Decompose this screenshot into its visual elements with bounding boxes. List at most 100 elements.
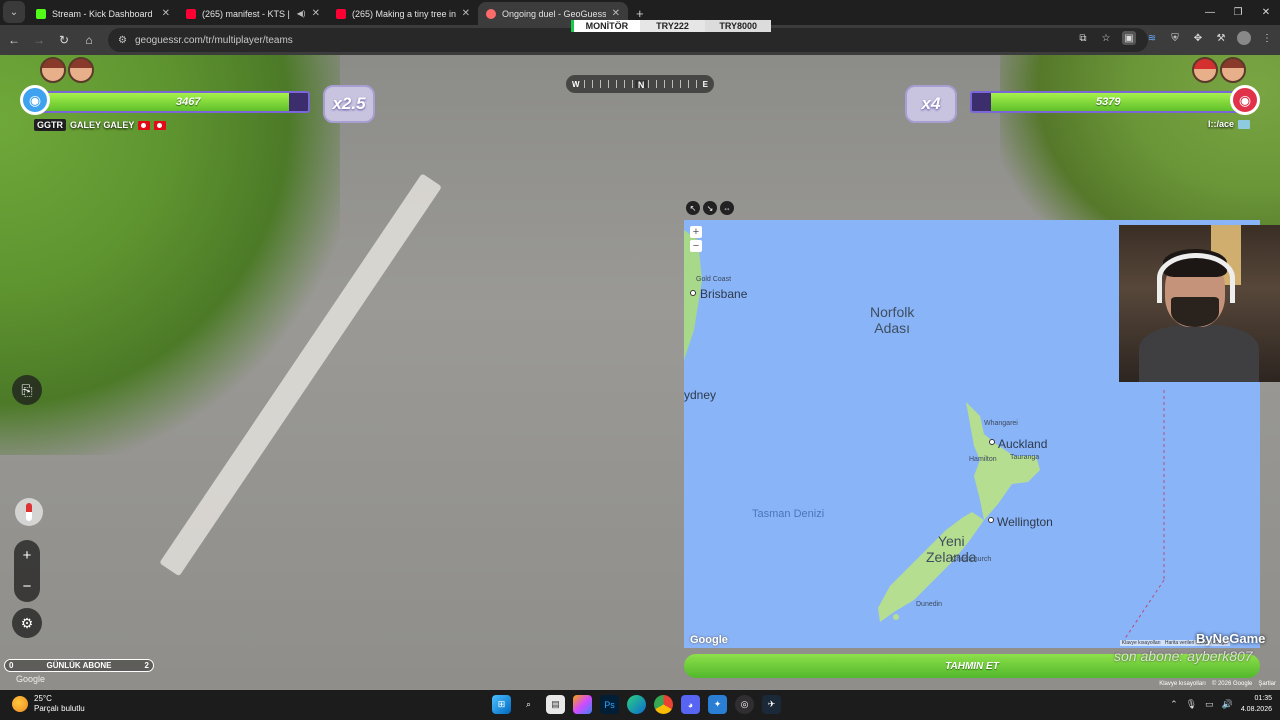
steam-icon[interactable]: ✈ xyxy=(762,695,781,714)
monitor-overlay: MONİTÖR TRY222 TRY8000 xyxy=(571,20,772,32)
weather-text: Parçalı bulutlu xyxy=(34,704,85,713)
map-zoom-out[interactable]: − xyxy=(690,240,702,252)
extensions-puzzle-icon[interactable]: ✥ xyxy=(1191,31,1205,45)
shrink-map-icon[interactable]: ↘ xyxy=(703,201,717,215)
team-players: GGTR GALEY GALEY xyxy=(34,119,167,131)
site-info-icon[interactable]: ⚙ xyxy=(118,35,127,46)
new-tab-button[interactable]: + xyxy=(636,6,644,21)
expand-map-icon[interactable]: ↖ xyxy=(686,201,700,215)
network-icon[interactable]: ▭ xyxy=(1205,699,1214,710)
turkey-flag-icon xyxy=(138,120,151,130)
google-attribution: Klavye kısayolları © 2026 Google Şartlar xyxy=(1159,681,1276,687)
taskbar-apps: ⊞ ⌕ ▤ Ps ◕ ✦ ◎ ✈ xyxy=(492,695,781,714)
clock[interactable]: 01:35 4.08.2026 xyxy=(1241,693,1272,715)
close-icon[interactable]: ✕ xyxy=(312,8,320,19)
google-logo: Google xyxy=(16,674,46,684)
clock-time: 01:35 xyxy=(1254,695,1272,702)
last-subscriber: son abone: ayberk807 xyxy=(1114,648,1253,664)
clan-tag: GGTR xyxy=(34,119,66,131)
google-logo: Google xyxy=(690,634,728,646)
tab-youtube-tree[interactable]: (265) Making a tiny tree in a th ✕ xyxy=(328,2,478,25)
report-location-button[interactable]: ⎘ xyxy=(12,375,42,405)
city-dot xyxy=(988,517,994,523)
island-label: Norfolk Adası xyxy=(870,304,915,336)
forward-icon[interactable]: → xyxy=(28,33,50,47)
pin-map-icon[interactable]: ⇔ xyxy=(720,201,734,215)
map-zoom-in[interactable]: + xyxy=(690,226,702,238)
volume-icon[interactable]: 🔊 xyxy=(1222,699,1233,710)
city-label: Christchurch xyxy=(952,556,992,563)
tab-title: (265) Making a tiny tree in a th xyxy=(352,8,456,19)
player-name: I::/ace xyxy=(1207,119,1234,129)
zoom-controls: + − xyxy=(14,540,40,602)
avatar xyxy=(68,57,94,83)
team-score: 5379 xyxy=(1096,96,1121,108)
streetview-panorama[interactable]: 3467 ◉ GGTR GALEY GALEY x2.5 W N E x4 53… xyxy=(0,55,1280,690)
photoshop-icon[interactable]: Ps xyxy=(600,695,619,714)
menu-kebab-icon[interactable]: ⋮ xyxy=(1260,31,1274,45)
map-zoom-controls: + − xyxy=(690,226,702,252)
needle-icon xyxy=(26,503,32,521)
bookmark-star-icon[interactable]: ☆ xyxy=(1099,31,1113,45)
file-explorer-icon[interactable]: ▤ xyxy=(546,695,565,714)
zoom-out-button[interactable]: − xyxy=(23,578,32,595)
close-icon[interactable]: ✕ xyxy=(462,8,470,19)
extension-icons: ⧉ ☆ ▣ ≋ ⛨ ✥ ⚒ ⋮ xyxy=(1076,31,1274,45)
search-icon[interactable]: ⌕ xyxy=(519,695,538,714)
goal-label: GÜNLÜK ABONE xyxy=(46,661,112,670)
maximize-icon[interactable]: ❐ xyxy=(1224,0,1252,25)
clock-date: 4.08.2026 xyxy=(1240,706,1272,713)
cast-icon[interactable]: ⧉ xyxy=(1076,31,1090,45)
extension-tools-icon[interactable]: ⚒ xyxy=(1214,31,1228,45)
edge-icon[interactable] xyxy=(627,695,646,714)
city-dot xyxy=(690,290,696,296)
tab-search-button[interactable]: ⌄ xyxy=(3,1,25,23)
chrome-icon[interactable] xyxy=(654,695,673,714)
webcam-overlay xyxy=(1119,225,1280,382)
tab-youtube-manifest[interactable]: (265) manifest - KTS | Offici ◀) ✕ xyxy=(178,2,328,25)
tab-kick-dashboard[interactable]: Stream - Kick Dashboard ✕ xyxy=(28,2,178,25)
close-icon[interactable]: ✕ xyxy=(612,8,620,19)
compass-north: N xyxy=(634,80,648,90)
window-controls: — ❐ ✕ xyxy=(1196,0,1280,25)
map-pin-icon: ◉ xyxy=(1230,85,1260,115)
discord-icon[interactable]: ◕ xyxy=(681,695,700,714)
goal-current: 0 xyxy=(9,661,14,670)
windows-start-icon[interactable]: ⊞ xyxy=(492,695,511,714)
copilot-icon[interactable] xyxy=(573,695,592,714)
terms-link[interactable]: Şartlar xyxy=(1258,681,1276,687)
stream-brand: ByNeGame xyxy=(1196,631,1266,646)
extension-record-icon[interactable]: ▣ xyxy=(1122,31,1136,45)
right-team-health: 5379 ◉ I::/ace xyxy=(970,57,1260,129)
team-score: 3467 xyxy=(176,96,201,108)
profile-avatar-icon[interactable] xyxy=(1237,31,1251,45)
avatar xyxy=(40,57,66,83)
keyboard-shortcuts-link[interactable]: Klavye kısayolları xyxy=(1122,640,1161,646)
monitor-label: MONİTÖR xyxy=(571,20,640,32)
weather-temp: 25°C xyxy=(34,694,52,703)
close-icon[interactable]: ✕ xyxy=(162,8,170,19)
zoom-in-button[interactable]: + xyxy=(23,547,32,564)
extension-audio-icon[interactable]: ≋ xyxy=(1145,31,1159,45)
damage-multiplier: x2.5 xyxy=(323,85,375,123)
keyboard-shortcuts-link[interactable]: Klavye kısayolları xyxy=(1159,681,1206,687)
avatar xyxy=(1220,57,1246,83)
home-icon[interactable]: ⌂ xyxy=(78,33,100,47)
speaker-icon[interactable]: ◀) xyxy=(297,9,306,18)
microphone-icon[interactable]: 🎙 xyxy=(1186,699,1197,710)
app-icon[interactable]: ✦ xyxy=(708,695,727,714)
weather-widget[interactable]: 25°C Parçalı bulutlu xyxy=(12,694,85,714)
compass-needle-button[interactable] xyxy=(15,498,43,526)
back-icon[interactable]: ← xyxy=(3,33,25,47)
city-label: Brisbane xyxy=(700,287,748,301)
compass-west: W xyxy=(572,79,580,89)
extension-shield-icon[interactable]: ⛨ xyxy=(1168,31,1182,45)
close-window-icon[interactable]: ✕ xyxy=(1252,0,1280,25)
minimize-icon[interactable]: — xyxy=(1196,0,1224,25)
obs-icon[interactable]: ◎ xyxy=(735,695,754,714)
tab-title: Ongoing duel - GeoGuessr xyxy=(502,8,606,19)
reload-icon[interactable]: ↻ xyxy=(53,33,75,47)
settings-gear-icon[interactable]: ⚙ xyxy=(12,608,42,638)
chevron-up-icon[interactable]: ⌃ xyxy=(1170,699,1178,710)
health-bar: 3467 xyxy=(34,91,310,113)
